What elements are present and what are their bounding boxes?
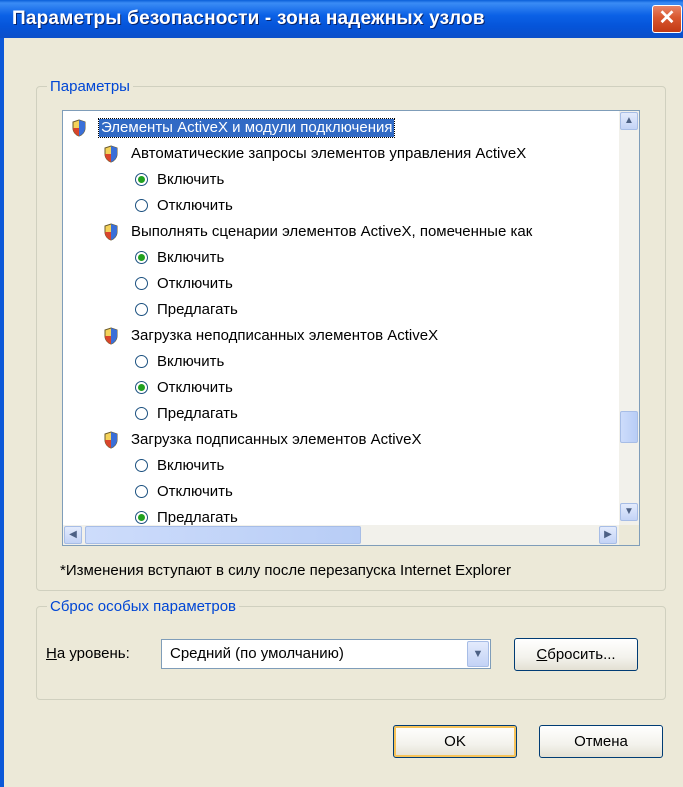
level-select-value: Средний (по умолчанию) (170, 645, 344, 662)
settings-tree[interactable]: Элементы ActiveX и модули подключения Авт… (62, 110, 640, 546)
radio-option-label: Предлагать (157, 301, 238, 318)
scroll-left-button[interactable]: ◀ (64, 526, 82, 544)
radio-button[interactable] (135, 303, 148, 316)
radio-button[interactable] (135, 459, 148, 472)
radio-button[interactable] (135, 381, 148, 394)
radio-button[interactable] (135, 355, 148, 368)
title-bar[interactable]: Параметры безопасности - зона надежных у… (0, 0, 683, 38)
scroll-down-button[interactable]: ▼ (620, 503, 638, 521)
scroll-right-button[interactable]: ▶ (599, 526, 617, 544)
shield-icon (103, 223, 119, 241)
reset-button[interactable]: Сбросить... (514, 638, 638, 671)
ok-button[interactable]: OK (393, 725, 517, 758)
radio-button[interactable] (135, 485, 148, 498)
radio-option-label: Предлагать (157, 405, 238, 422)
chevron-down-icon[interactable]: ▼ (467, 641, 489, 667)
radio-option-label: Отключить (157, 197, 233, 214)
radio-option-label: Включить (157, 353, 225, 370)
tree-setting-label: Загрузка подписанных элементов ActiveX (131, 431, 422, 448)
window-frame-left (0, 38, 4, 787)
horizontal-scrollbar[interactable]: ◀ ▶ (63, 525, 619, 545)
tree-setting-label: Загрузка неподписанных элементов ActiveX (131, 327, 439, 344)
level-label: На уровень: (46, 645, 130, 662)
tree-setting-label: Автоматические запросы элементов управле… (131, 145, 527, 162)
settings-group-legend: Параметры (50, 78, 130, 95)
shield-icon (103, 145, 119, 163)
shield-icon (103, 431, 119, 449)
radio-option-label: Отключить (157, 379, 233, 396)
shield-icon (103, 327, 119, 345)
radio-option-label: Отключить (157, 483, 233, 500)
radio-button[interactable] (135, 277, 148, 290)
radio-button[interactable] (135, 511, 148, 524)
radio-button[interactable] (135, 173, 148, 186)
level-select[interactable]: Средний (по умолчанию) ▼ (161, 639, 491, 669)
tree-setting-label: Выполнять сценарии элементов ActiveX, по… (131, 223, 533, 240)
reset-group-legend: Сброс особых параметров (50, 598, 236, 615)
close-button[interactable]: ✕ (652, 5, 682, 33)
radio-option-label: Отключить (157, 275, 233, 292)
horizontal-scroll-thumb[interactable] (85, 526, 361, 544)
restart-note: *Изменения вступают в силу после перезап… (60, 562, 511, 579)
radio-option-label: Включить (157, 249, 225, 266)
radio-button[interactable] (135, 407, 148, 420)
radio-option-label: Включить (157, 457, 225, 474)
tree-category-label: Элементы ActiveX и модули подключения (97, 118, 396, 138)
scroll-up-button[interactable]: ▲ (620, 112, 638, 130)
cancel-button[interactable]: Отмена (539, 725, 663, 758)
security-settings-dialog: Параметры безопасности - зона надежных у… (0, 0, 683, 787)
vertical-scrollbar[interactable]: ▲ ▼ (619, 111, 639, 525)
scrollbar-corner (619, 525, 639, 545)
radio-option-label: Включить (157, 171, 225, 188)
vertical-scroll-thumb[interactable] (620, 411, 638, 443)
window-title: Параметры безопасности - зона надежных у… (12, 8, 485, 29)
shield-icon (71, 119, 87, 137)
radio-button[interactable] (135, 199, 148, 212)
radio-button[interactable] (135, 251, 148, 264)
